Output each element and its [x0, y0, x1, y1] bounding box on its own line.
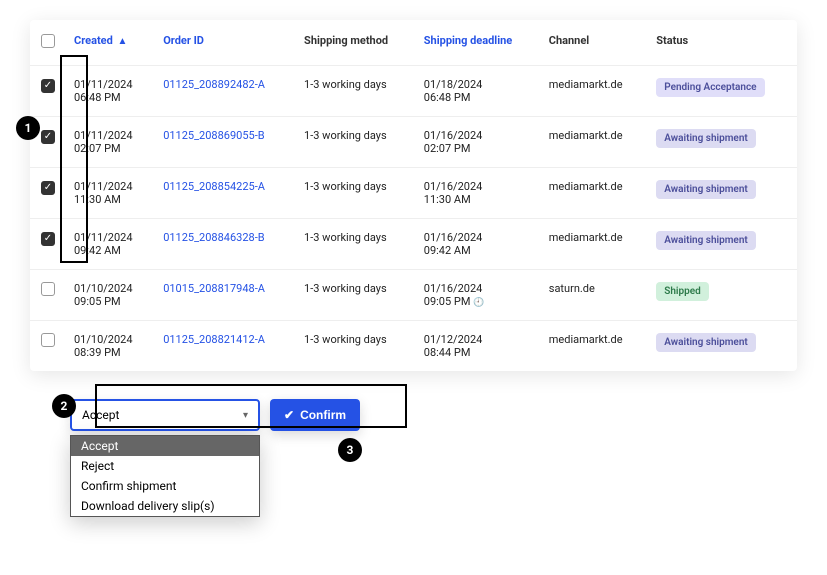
shipping-deadline-cell: 01/16/202409:05 PM 🕘	[416, 270, 541, 321]
row-checkbox[interactable]: ✓	[41, 79, 55, 93]
column-order-id[interactable]: Order ID	[155, 20, 296, 66]
status-badge: Awaiting shipment	[656, 231, 756, 250]
row-checkbox[interactable]	[41, 333, 55, 347]
status-badge: Awaiting shipment	[656, 180, 756, 199]
order-id-link[interactable]: 01015_208817948-A	[163, 282, 265, 295]
row-checkbox[interactable]	[41, 282, 55, 296]
dropdown-option[interactable]: Confirm shipment	[71, 476, 259, 496]
annotation-2: 2	[52, 394, 76, 418]
channel-cell: mediamarkt.de	[541, 219, 648, 270]
order-id-link[interactable]: 01125_208846328-B	[163, 231, 264, 244]
channel-cell: mediamarkt.de	[541, 321, 648, 372]
channel-cell: mediamarkt.de	[541, 168, 648, 219]
row-checkbox[interactable]: ✓	[41, 232, 55, 246]
dropdown-option[interactable]: Reject	[71, 456, 259, 476]
column-status[interactable]: Status	[648, 20, 797, 66]
dropdown-option[interactable]: Accept	[71, 436, 259, 456]
column-shipping-deadline[interactable]: Shipping deadline	[416, 20, 541, 66]
shipping-method-cell: 1-3 working days	[296, 321, 416, 372]
shipping-method-cell: 1-3 working days	[296, 219, 416, 270]
column-channel[interactable]: Channel	[541, 20, 648, 66]
table-row[interactable]: 01/10/202409:05 PM 01015_208817948-A 1-3 w…	[30, 270, 797, 321]
confirm-button[interactable]: ✔ Confirm	[270, 399, 360, 431]
annotation-1: 1	[16, 116, 40, 140]
row-checkbox[interactable]: ✓	[41, 181, 55, 195]
bulk-action-section: Accept ▾ AcceptRejectConfirm shipmentDow…	[70, 399, 797, 431]
channel-cell: saturn.de	[541, 270, 648, 321]
dropdown-option[interactable]: Download delivery slip(s)	[71, 496, 259, 516]
shipping-method-cell: 1-3 working days	[296, 117, 416, 168]
shipping-method-cell: 1-3 working days	[296, 270, 416, 321]
channel-cell: mediamarkt.de	[541, 117, 648, 168]
created-cell: 01/10/202408:39 PM	[66, 321, 155, 372]
shipping-deadline-cell: 01/16/202409:42 AM	[416, 219, 541, 270]
created-cell: 01/11/202411:30 AM	[66, 168, 155, 219]
status-badge: Pending Acceptance	[656, 78, 764, 97]
created-cell: 01/11/202402:07 PM	[66, 117, 155, 168]
caret-down-icon: ▾	[243, 410, 248, 421]
column-created[interactable]: Created ▲	[66, 20, 155, 66]
created-cell: 01/10/202409:05 PM	[66, 270, 155, 321]
created-cell: 01/11/202406:48 PM	[66, 66, 155, 117]
sort-asc-icon: ▲	[118, 36, 128, 47]
shipping-deadline-cell: 01/12/202408:44 PM	[416, 321, 541, 372]
table-row[interactable]: ✓ 01/11/202406:48 PM 01125_208892482-A 1-3 …	[30, 66, 797, 117]
select-all-checkbox[interactable]	[41, 34, 55, 48]
shipping-deadline-cell: 01/16/202402:07 PM	[416, 117, 541, 168]
order-id-link[interactable]: 01125_208869055-B	[163, 129, 264, 142]
order-id-link[interactable]: 01125_208892482-A	[163, 78, 265, 91]
shipping-method-cell: 1-3 working days	[296, 66, 416, 117]
check-icon: ✔	[284, 408, 294, 422]
orders-table: Created ▲ Order ID Shipping method Shipp…	[30, 20, 797, 371]
confirm-label: Confirm	[300, 408, 346, 422]
status-badge: Awaiting shipment	[656, 333, 756, 352]
orders-table-container: Created ▲ Order ID Shipping method Shipp…	[30, 20, 797, 371]
table-row[interactable]: 01/10/202408:39 PM 01125_208821412-A 1-3 w…	[30, 321, 797, 372]
shipping-deadline-cell: 01/18/202406:48 PM	[416, 66, 541, 117]
dropdown-selected-value: Accept	[82, 408, 119, 422]
table-row[interactable]: ✓ 01/11/202402:07 PM 01125_208869055-B 1-3 …	[30, 117, 797, 168]
action-dropdown-list: AcceptRejectConfirm shipmentDownload del…	[70, 435, 260, 517]
column-shipping-method[interactable]: Shipping method	[296, 20, 416, 66]
row-checkbox[interactable]: ✓	[41, 130, 55, 144]
shipping-method-cell: 1-3 working days	[296, 168, 416, 219]
order-id-link[interactable]: 01125_208821412-A	[163, 333, 265, 346]
table-row[interactable]: ✓ 01/11/202411:30 AM 01125_208854225-A 1-3 …	[30, 168, 797, 219]
action-dropdown-container: Accept ▾ AcceptRejectConfirm shipmentDow…	[70, 399, 260, 431]
shipping-deadline-cell: 01/16/202411:30 AM	[416, 168, 541, 219]
table-row[interactable]: ✓ 01/11/202409:42 AM 01125_208846328-B 1-3 …	[30, 219, 797, 270]
order-id-link[interactable]: 01125_208854225-A	[163, 180, 265, 193]
clock-icon: 🕘	[473, 298, 484, 308]
created-cell: 01/11/202409:42 AM	[66, 219, 155, 270]
status-badge: Shipped	[656, 282, 709, 301]
action-dropdown[interactable]: Accept ▾	[70, 399, 260, 431]
status-badge: Awaiting shipment	[656, 129, 756, 148]
channel-cell: mediamarkt.de	[541, 66, 648, 117]
select-all-header[interactable]	[30, 20, 66, 66]
annotation-3: 3	[338, 438, 362, 462]
